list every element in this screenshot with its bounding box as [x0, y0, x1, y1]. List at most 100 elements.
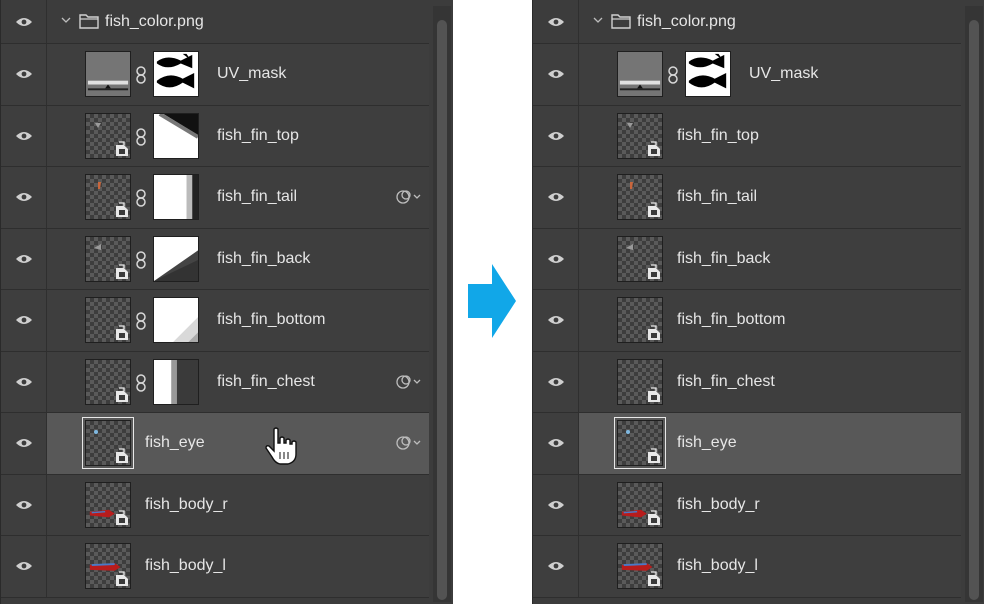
layer-row[interactable]: fish_fin_tail	[1, 167, 429, 229]
layer-row[interactable]: UV_mask	[533, 44, 961, 106]
chain-link-icon[interactable]	[135, 66, 147, 84]
layer-name: fish_fin_tail	[677, 188, 758, 206]
layer-mask-thumbnail[interactable]	[153, 51, 199, 97]
scrollbar[interactable]	[433, 6, 451, 602]
layer-content[interactable]: fish_body_l	[579, 536, 961, 597]
layer-row[interactable]: fish_fin_top	[1, 105, 429, 167]
layer-visibility-toggle[interactable]	[1, 228, 47, 289]
layer-content[interactable]: fish_eye	[47, 413, 429, 474]
eye-icon	[15, 439, 32, 448]
chevron-down-icon[interactable]	[593, 15, 603, 25]
layer-content[interactable]: fish_fin_top	[47, 106, 429, 167]
layer-visibility-toggle[interactable]	[1, 474, 47, 535]
layer-visibility-toggle[interactable]	[533, 228, 579, 289]
layer-content[interactable]: fish_body_r	[47, 475, 429, 536]
layer-name: fish_fin_top	[677, 126, 759, 144]
layer-content[interactable]: fish_fin_back	[47, 229, 429, 290]
layer-visibility-toggle[interactable]	[533, 167, 579, 228]
layer-content[interactable]: fish_eye	[579, 413, 961, 474]
layer-visibility-toggle[interactable]	[1, 413, 47, 474]
layer-content[interactable]: UV_mask	[579, 44, 961, 105]
scroll-thumb[interactable]	[437, 20, 447, 600]
layer-content[interactable]: fish_body_r	[579, 475, 961, 536]
layer-visibility-toggle[interactable]	[533, 474, 579, 535]
layer-thumbnail	[617, 51, 663, 97]
layer-group-row[interactable]: fish_color.png	[533, 0, 961, 44]
chain-link-icon[interactable]	[135, 127, 147, 146]
layer-row[interactable]: fish_eye	[533, 413, 961, 475]
layer-visibility-toggle[interactable]	[1, 44, 47, 105]
layer-mask-thumbnail[interactable]	[153, 174, 199, 220]
layer-row[interactable]: fish_fin_chest	[533, 351, 961, 413]
scrollbar[interactable]	[965, 6, 983, 602]
layer-row[interactable]: fish_eye	[1, 413, 429, 475]
eye-icon	[15, 377, 32, 386]
layer-row[interactable]: UV_mask	[1, 44, 429, 106]
group-visibility-toggle[interactable]	[1, 0, 47, 43]
layer-row[interactable]: fish_fin_back	[1, 228, 429, 290]
layer-row[interactable]: fish_fin_back	[533, 228, 961, 290]
chain-link-icon[interactable]	[135, 189, 147, 207]
layer-row[interactable]: fish_body_r	[533, 474, 961, 536]
layer-visibility-toggle[interactable]	[1, 105, 47, 166]
layer-mask-thumbnail[interactable]	[153, 112, 199, 159]
scroll-thumb[interactable]	[969, 20, 979, 600]
layer-thumbnail	[617, 235, 663, 282]
layer-row[interactable]: fish_fin_chest	[1, 351, 429, 413]
layer-content[interactable]: fish_body_l	[47, 536, 429, 597]
layer-content[interactable]: fish_fin_chest	[47, 352, 429, 413]
layer-visibility-toggle[interactable]	[1, 536, 47, 597]
folder-icon	[79, 14, 99, 29]
layer-name: fish_body_l	[677, 557, 758, 575]
layer-effects-icon[interactable]	[395, 374, 423, 390]
layer-name: fish_fin_bottom	[217, 311, 326, 329]
chain-link-icon[interactable]	[135, 312, 147, 330]
layer-content[interactable]: fish_fin_top	[579, 106, 961, 167]
eye-icon	[15, 500, 32, 509]
chain-link-icon[interactable]	[135, 373, 147, 392]
eye-icon	[547, 500, 564, 509]
layer-visibility-toggle[interactable]	[1, 351, 47, 412]
layer-content[interactable]: fish_fin_tail	[579, 167, 961, 228]
layer-row[interactable]: fish_body_r	[1, 474, 429, 536]
layer-thumbnail	[85, 51, 131, 97]
layer-visibility-toggle[interactable]	[533, 413, 579, 474]
smart-object-icon	[116, 140, 128, 156]
smart-object-icon	[116, 325, 128, 340]
chevron-down-icon[interactable]	[61, 15, 71, 25]
layer-content[interactable]: fish_fin_tail	[47, 167, 429, 228]
eye-icon	[15, 70, 32, 79]
layer-mask-thumbnail[interactable]	[153, 235, 199, 282]
layer-visibility-toggle[interactable]	[1, 167, 47, 228]
layer-thumbnail	[85, 235, 131, 282]
layer-visibility-toggle[interactable]	[533, 290, 579, 351]
layer-effects-icon[interactable]	[395, 435, 423, 451]
layer-content[interactable]: fish_fin_bottom	[47, 290, 429, 351]
eye-icon	[15, 193, 32, 202]
layer-visibility-toggle[interactable]	[533, 536, 579, 597]
layer-name: fish_body_r	[677, 495, 760, 513]
group-visibility-toggle[interactable]	[533, 0, 579, 43]
layer-content[interactable]: fish_fin_chest	[579, 352, 961, 413]
chain-link-icon[interactable]	[135, 250, 147, 269]
layer-group-row[interactable]: fish_color.png	[1, 0, 429, 44]
layer-visibility-toggle[interactable]	[533, 44, 579, 105]
layer-content[interactable]: fish_fin_bottom	[579, 290, 961, 351]
layer-effects-icon[interactable]	[395, 189, 423, 205]
layer-visibility-toggle[interactable]	[533, 105, 579, 166]
layer-row[interactable]: fish_fin_top	[533, 105, 961, 167]
layer-visibility-toggle[interactable]	[1, 290, 47, 351]
chain-link-icon[interactable]	[667, 66, 679, 84]
layer-mask-thumbnail[interactable]	[153, 297, 199, 343]
layer-row[interactable]: fish_body_l	[533, 536, 961, 598]
layer-visibility-toggle[interactable]	[533, 351, 579, 412]
layer-row[interactable]: fish_fin_bottom	[1, 290, 429, 352]
layer-row[interactable]: fish_body_l	[1, 536, 429, 598]
layer-row[interactable]: fish_fin_bottom	[533, 290, 961, 352]
layer-content[interactable]: UV_mask	[47, 44, 429, 105]
layer-mask-thumbnail[interactable]	[153, 358, 199, 405]
layer-name: fish_fin_tail	[217, 188, 298, 206]
layer-row[interactable]: fish_fin_tail	[533, 167, 961, 229]
layer-mask-thumbnail[interactable]	[685, 51, 731, 97]
layer-content[interactable]: fish_fin_back	[579, 229, 961, 290]
